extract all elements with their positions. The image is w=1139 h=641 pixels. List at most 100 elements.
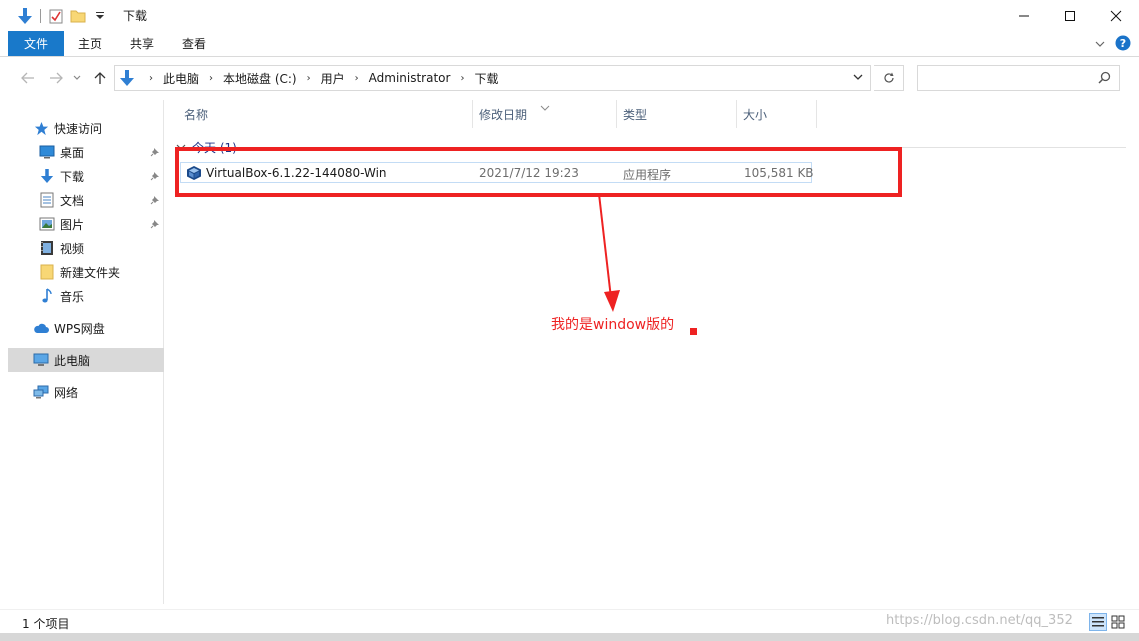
- breadcrumb-item[interactable]: 用户: [321, 70, 345, 87]
- toolbar-divider: [40, 8, 41, 23]
- new-folder-icon[interactable]: [69, 7, 87, 25]
- ribbon-right-controls: ?: [1095, 35, 1131, 54]
- breadcrumb-item[interactable]: 本地磁盘 (C:): [223, 70, 297, 87]
- search-input[interactable]: [917, 65, 1120, 91]
- desktop-icon: [38, 143, 56, 161]
- sidebar-item-downloads[interactable]: 下载: [8, 164, 164, 188]
- sidebar-item-label: 文档: [60, 193, 85, 208]
- window-title: 下载: [123, 9, 148, 23]
- breadcrumb-item[interactable]: 此电脑: [163, 70, 199, 87]
- computer-icon: [32, 351, 50, 369]
- maximize-button[interactable]: [1047, 0, 1093, 31]
- sidebar-item-videos[interactable]: 视频: [8, 236, 164, 260]
- breadcrumb-separator-icon[interactable]: ›: [355, 73, 359, 84]
- address-bar[interactable]: › 此电脑 › 本地磁盘 (C:) › 用户 › Administrator ›…: [114, 65, 871, 91]
- videos-icon: [38, 239, 56, 257]
- tab-home[interactable]: 主页: [64, 31, 116, 56]
- breadcrumb-separator-icon[interactable]: ›: [149, 73, 153, 84]
- breadcrumb-item[interactable]: Administrator: [369, 71, 451, 85]
- column-header-name[interactable]: 名称: [184, 100, 208, 128]
- star-icon: [32, 119, 50, 137]
- taskbar-strip: [0, 633, 1139, 641]
- sidebar-item-new-folder[interactable]: 新建文件夹: [8, 260, 164, 284]
- customize-dropdown-icon[interactable]: [91, 7, 109, 25]
- sidebar-item-label: 快速访问: [54, 121, 103, 136]
- pin-icon[interactable]: [150, 218, 160, 232]
- sidebar-item-this-pc[interactable]: 此电脑: [8, 348, 164, 372]
- quick-access-toolbar: 下载: [0, 0, 147, 31]
- breadcrumb-separator-icon[interactable]: ›: [460, 73, 464, 84]
- pictures-icon: [38, 215, 56, 233]
- folder-icon: [38, 263, 56, 281]
- properties-icon[interactable]: [47, 7, 65, 25]
- sidebar-item-music[interactable]: 音乐: [8, 284, 164, 308]
- close-button[interactable]: [1093, 0, 1139, 31]
- minimize-button[interactable]: [1001, 0, 1047, 31]
- cloud-icon: [32, 319, 50, 337]
- breadcrumb-item[interactable]: 下载: [474, 70, 498, 87]
- sidebar-item-network[interactable]: 网络: [8, 380, 164, 404]
- up-button[interactable]: [90, 68, 110, 88]
- column-divider[interactable]: [472, 100, 473, 128]
- column-header-date[interactable]: 修改日期: [479, 100, 527, 128]
- breadcrumb: › 此电脑 › 本地磁盘 (C:) › 用户 › Administrator ›…: [135, 70, 498, 87]
- back-button[interactable]: [18, 68, 38, 88]
- annotation-arrow: [598, 193, 620, 312]
- search-icon: [1098, 71, 1111, 87]
- annotation-cursor: [690, 328, 697, 335]
- pin-icon[interactable]: [150, 146, 160, 160]
- details-view-icon[interactable]: [1089, 613, 1107, 631]
- watermark-text: https://blog.csdn.net/qq_352: [886, 613, 1073, 628]
- forward-button[interactable]: [46, 68, 66, 88]
- sidebar-item-label: 视频: [60, 241, 85, 256]
- download-arrow-icon[interactable]: [16, 7, 34, 25]
- sidebar-item-pictures[interactable]: 图片: [8, 212, 164, 236]
- help-icon[interactable]: ?: [1115, 35, 1131, 54]
- large-icons-view-icon[interactable]: [1109, 613, 1127, 631]
- documents-icon: [38, 191, 56, 209]
- address-dropdown-icon[interactable]: [852, 71, 864, 86]
- sidebar-item-label: 新建文件夹: [60, 265, 121, 280]
- navigation-row: › 此电脑 › 本地磁盘 (C:) › 用户 › Administrator ›…: [0, 58, 1139, 98]
- item-count: 1 个项目: [22, 617, 70, 631]
- column-divider[interactable]: [616, 100, 617, 128]
- sidebar-item-documents[interactable]: 文档: [8, 188, 164, 212]
- sidebar-item-wps-cloud[interactable]: WPS网盘: [8, 316, 164, 340]
- tab-file[interactable]: 文件: [8, 31, 64, 56]
- pin-icon[interactable]: [150, 194, 160, 208]
- window-controls: [1001, 0, 1139, 31]
- sidebar-item-label: WPS网盘: [54, 321, 105, 336]
- tab-view[interactable]: 查看: [168, 31, 220, 56]
- column-divider[interactable]: [736, 100, 737, 128]
- music-icon: [38, 287, 56, 305]
- recent-locations-button[interactable]: [70, 68, 84, 88]
- sidebar-item-label: 桌面: [60, 145, 85, 160]
- pin-icon[interactable]: [150, 170, 160, 184]
- sort-ascending-icon: [540, 100, 550, 114]
- location-download-icon: [119, 69, 135, 87]
- highlight-box: [175, 147, 902, 197]
- annotation-text: 我的是window版的: [551, 317, 675, 333]
- sidebar-item-label: 下载: [60, 169, 85, 184]
- breadcrumb-separator-icon[interactable]: ›: [209, 73, 213, 84]
- svg-text:?: ?: [1120, 37, 1126, 50]
- sidebar-item-desktop[interactable]: 桌面: [8, 140, 164, 164]
- title-bar: 下载: [0, 0, 1139, 31]
- sidebar-item-label: 网络: [54, 385, 79, 400]
- breadcrumb-separator-icon[interactable]: ›: [307, 73, 311, 84]
- sidebar-item-quick-access[interactable]: 快速访问: [8, 116, 164, 140]
- sidebar-item-label: 音乐: [60, 289, 85, 304]
- ribbon-tabs: 文件 主页 共享 查看 ?: [0, 31, 1139, 57]
- view-switcher: [1089, 613, 1127, 631]
- column-header-size[interactable]: 大小: [743, 100, 767, 128]
- refresh-button[interactable]: [874, 65, 904, 91]
- expand-ribbon-icon[interactable]: [1095, 38, 1105, 52]
- column-header-type[interactable]: 类型: [623, 100, 647, 128]
- network-icon: [32, 383, 50, 401]
- sidebar-item-label: 此电脑: [54, 353, 91, 368]
- column-divider[interactable]: [816, 100, 817, 128]
- sidebar-item-label: 图片: [60, 217, 85, 232]
- tab-share[interactable]: 共享: [116, 31, 168, 56]
- download-icon: [38, 167, 56, 185]
- navigation-pane: 快速访问 桌面 下载 文档 图片 视频 新建文件夹 音乐 WPS网盘 此电脑 网…: [8, 100, 164, 604]
